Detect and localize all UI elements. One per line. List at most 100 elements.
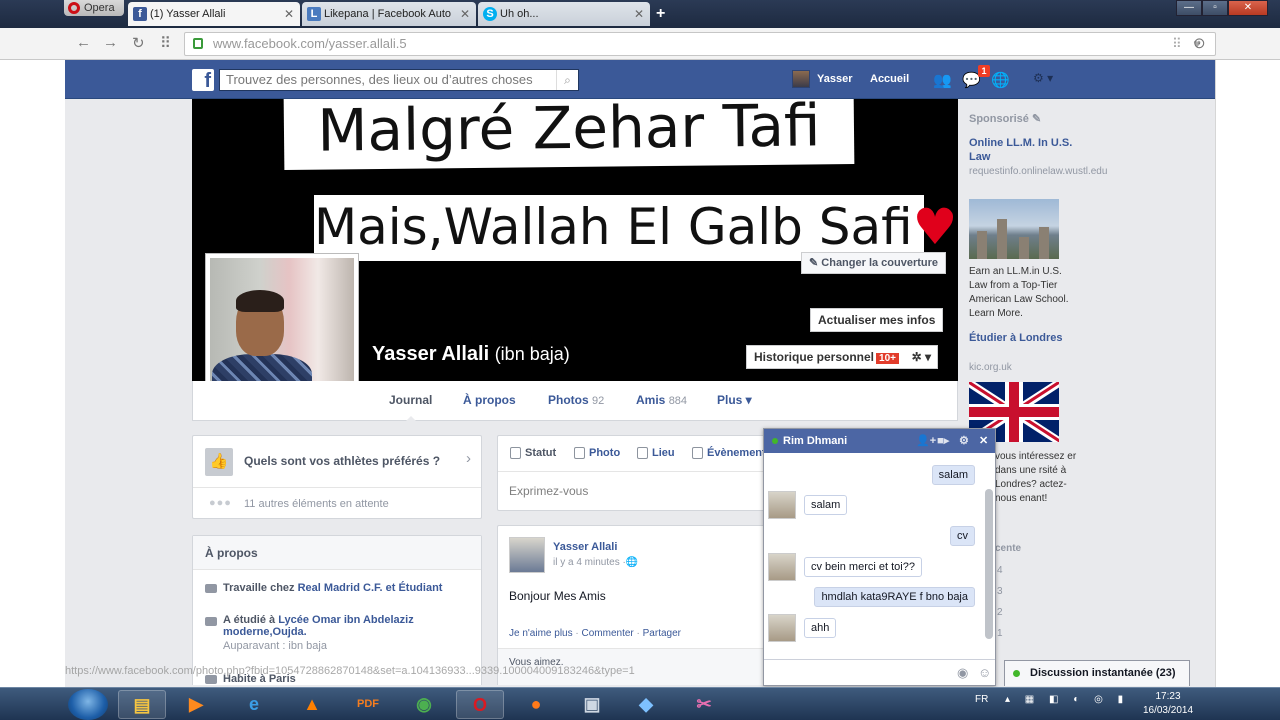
tool-icon[interactable]: ✂ [680, 690, 728, 719]
opera-menu-button[interactable]: Opera [64, 0, 124, 16]
file-explorer-icon[interactable]: ▤ [118, 690, 166, 719]
ad2-url[interactable]: kic.org.uk [969, 361, 1077, 374]
ad1-body[interactable]: Earn an LL.M.in U.S. Law from a Top-Tier… [969, 265, 1077, 321]
emoticon-icon[interactable]: ☺ [978, 665, 991, 680]
back-icon[interactable]: ← [76, 34, 91, 51]
change-cover-button[interactable]: ✎ Changer la couverture [801, 252, 947, 274]
tab-event[interactable]: Évènement [692, 447, 766, 459]
home-link[interactable]: Accueil [870, 70, 909, 88]
close-window-button[interactable]: ✕ [1228, 0, 1268, 16]
speed-dial-icon[interactable]: ⠿ [160, 34, 171, 52]
study-row: A étudié à Lycée Omar ibn Abdelaziz mode… [223, 614, 414, 652]
profile-name[interactable]: Yasser Allali (ibn baja) [372, 343, 570, 366]
close-tab-icon[interactable]: ✕ [460, 2, 470, 26]
browser-tab-bar: Opera f (1) Yasser Allali ✕ L Likepana |… [0, 0, 1280, 28]
add-friend-icon[interactable]: 👤+ [916, 429, 936, 453]
new-tab-button[interactable]: + [656, 5, 665, 23]
year-list: 4 3 2 1 [997, 565, 1003, 639]
tray-icons[interactable]: ▴ ▦ ◧ ◐ ◎ ▮ [1005, 694, 1129, 705]
chat-sidebar-button[interactable]: Discussion instantanée (23) [1004, 660, 1190, 686]
work-link[interactable]: Real Madrid C.F. et Étudiant [298, 582, 443, 594]
firefox-icon[interactable]: ● [512, 690, 560, 719]
reload-icon[interactable]: ↻ [132, 34, 145, 52]
computer-icon[interactable]: ▣ [568, 690, 616, 719]
profile-link[interactable]: Yasser [792, 70, 852, 88]
tab-about[interactable]: À propos [463, 381, 516, 421]
chat-message-in: ahh [804, 618, 837, 638]
url-field[interactable]: www.facebook.com/yasser.allali.5 ⠿ ♥ [184, 32, 1216, 56]
close-tab-icon[interactable]: ✕ [634, 2, 644, 26]
chat-message-out: hmdlah kata9RAYE f bno baja [814, 587, 975, 607]
opera-icon [68, 2, 80, 14]
ad2-title[interactable]: Étudier à Londres [969, 331, 1077, 345]
vlc-icon[interactable]: ▲ [288, 690, 336, 719]
skype-icon: S [483, 7, 497, 21]
post-timestamp[interactable]: il y a 4 minutes ·🌐 [553, 557, 638, 568]
more-dots-icon: ●●● [209, 497, 232, 509]
pending-items-link[interactable]: 11 autres éléments en attente [244, 498, 389, 510]
friend-requests-icon[interactable]: 👥 [933, 71, 952, 89]
unlike-link[interactable]: Je n'aime plus [509, 628, 573, 639]
post-author[interactable]: Yasser Allali [553, 541, 617, 553]
ad1-title[interactable]: Online LL.M. In U.S. Law [969, 136, 1077, 164]
close-tab-icon[interactable]: ✕ [284, 2, 294, 26]
chevron-right-icon[interactable]: › [466, 450, 471, 467]
start-button[interactable] [68, 689, 108, 720]
chat-message-in: cv bein merci et toi?? [804, 557, 922, 577]
gear-icon[interactable]: ⚙ [959, 429, 969, 453]
ad2-body[interactable]: vous intéressez er dans une rsité à Lond… [995, 450, 1079, 506]
ad1-image[interactable] [969, 199, 1059, 259]
camera-icon [574, 447, 585, 459]
athletes-question-row[interactable]: 👍 Quels sont vos athlètes préférés ? › [193, 436, 481, 488]
search-icon[interactable]: ⌕ [556, 70, 578, 90]
tab-place[interactable]: Lieu [637, 447, 675, 459]
tab-likepana[interactable]: L Likepana | Facebook Auto ✕ [302, 2, 476, 26]
internet-explorer-icon[interactable]: e [230, 690, 278, 719]
ad-choices-icon[interactable]: ✎ [1032, 113, 1041, 125]
status-input[interactable]: Exprimez-vous [509, 484, 588, 498]
video-call-icon[interactable]: ■▸ [937, 429, 949, 453]
about-title[interactable]: À propos [193, 536, 481, 570]
opera-taskbar-icon[interactable]: O [456, 690, 504, 719]
avatar[interactable] [509, 537, 545, 573]
profile-tabs: Journal À propos Photos 92 Amis 884 Plus… [192, 381, 958, 422]
chat-scrollbar[interactable] [985, 489, 993, 639]
system-clock[interactable]: 17:23 16/03/2014 [1138, 690, 1198, 718]
comment-link[interactable]: Commenter [582, 628, 634, 639]
right-margin [1215, 60, 1280, 687]
share-link[interactable]: Partager [643, 628, 681, 639]
gear-dropdown-icon[interactable]: ✲ ▾ [912, 346, 931, 368]
sponsored-label: Sponsorisé ✎ [969, 113, 1042, 125]
cover-banner-line1: Malgré Zehar Tafi [283, 99, 855, 170]
download-icon[interactable]: ⊙ [1193, 34, 1206, 52]
fb-search-input[interactable]: Trouvez des personnes, des lieux ou d’au… [219, 69, 579, 91]
tab-photos[interactable]: Photos 92 [548, 381, 604, 421]
camera-icon[interactable]: ◉ [957, 665, 968, 681]
chat-input[interactable]: ◉ ☺ [764, 659, 995, 685]
facebook-logo-icon[interactable]: f [192, 69, 214, 92]
tab-skype[interactable]: S Uh oh... ✕ [478, 2, 650, 26]
chat-header[interactable]: Rim Dhmani 👤+ ■▸ ⚙ ✕ [764, 429, 995, 453]
tab-friends[interactable]: Amis 884 [636, 381, 687, 421]
chrome-icon[interactable]: ◉ [400, 690, 448, 719]
app-icon[interactable]: ◆ [622, 690, 670, 719]
settings-dropdown-icon[interactable]: ⚙ ▾ [1033, 71, 1053, 85]
tab-facebook[interactable]: f (1) Yasser Allali ✕ [128, 2, 300, 26]
tab-status[interactable]: Statut [510, 447, 556, 459]
tab-photo[interactable]: Photo [574, 447, 620, 459]
forward-icon[interactable]: → [103, 34, 118, 51]
close-icon[interactable]: ✕ [979, 429, 988, 453]
online-status-icon [1013, 670, 1020, 677]
ad1-url[interactable]: requestinfo.onlinelaw.wustl.edu [969, 165, 1107, 178]
media-player-icon[interactable]: ▶ [172, 690, 220, 719]
recent-title: cente [995, 543, 1022, 554]
globe-icon[interactable]: 🌐 [991, 71, 1010, 89]
maximize-button[interactable]: ▫ [1202, 0, 1228, 16]
minimize-button[interactable]: — [1176, 0, 1202, 16]
tab-more[interactable]: Plus ▾ [717, 381, 752, 421]
pdf-icon[interactable]: PDF [344, 690, 392, 719]
tab-journal[interactable]: Journal [389, 381, 432, 422]
update-info-button[interactable]: Actualiser mes infos [810, 308, 944, 332]
activity-log-button[interactable]: Historique personnel 10+ ✲ ▾ [746, 345, 938, 369]
language-indicator[interactable]: FR [975, 694, 988, 705]
